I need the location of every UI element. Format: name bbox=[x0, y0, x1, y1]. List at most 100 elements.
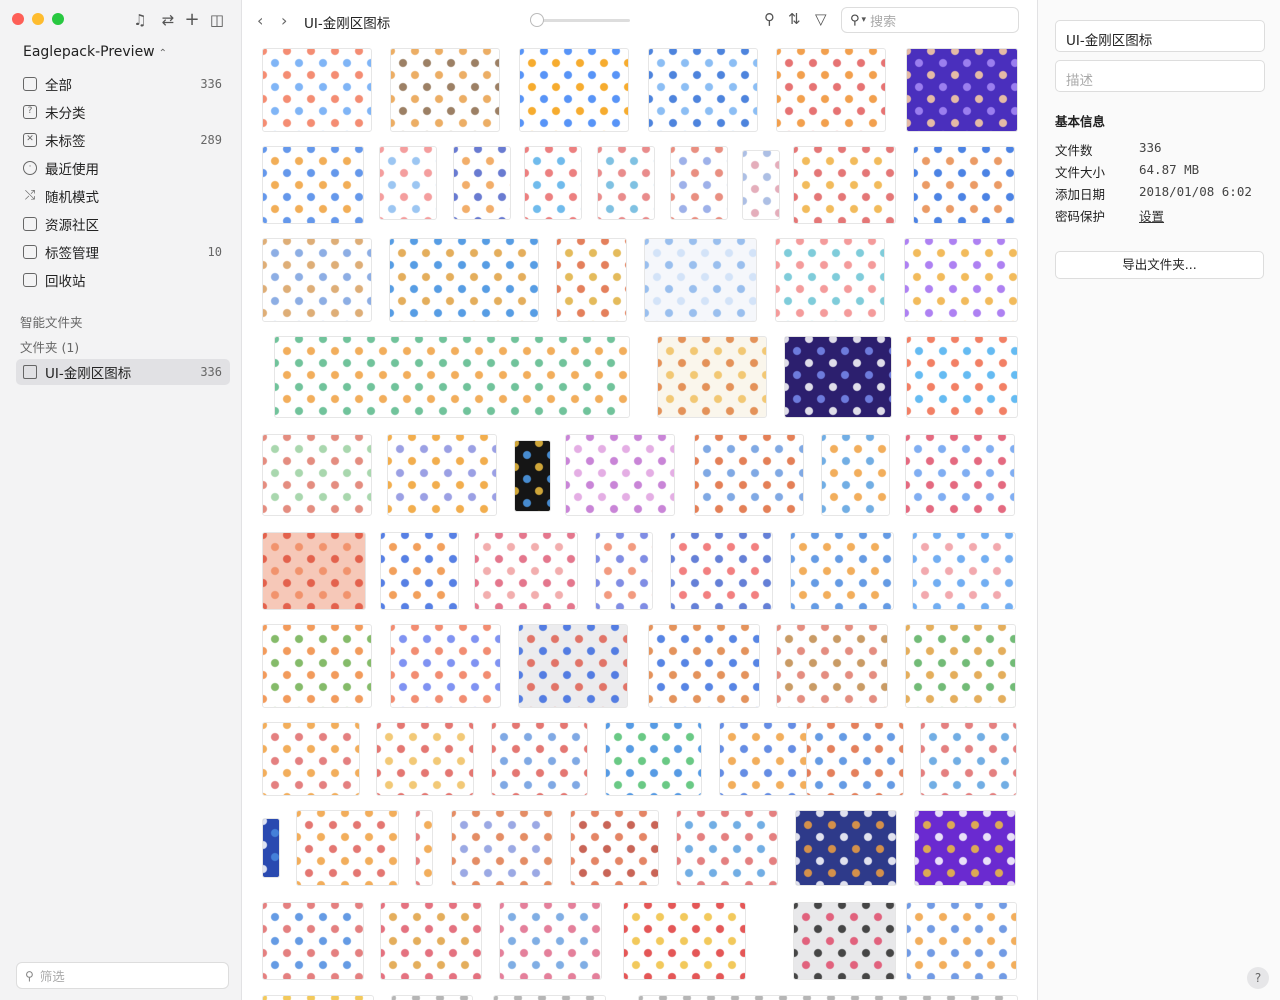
thumbnail[interactable] bbox=[493, 995, 606, 1000]
thumbnail[interactable] bbox=[806, 722, 904, 796]
thumbnail[interactable] bbox=[391, 995, 473, 1000]
sidebar-toggle-icon[interactable]: ◫ bbox=[208, 11, 226, 29]
thumbnail[interactable] bbox=[793, 902, 896, 980]
back-icon[interactable]: ‹ bbox=[257, 11, 263, 30]
thumbnail[interactable] bbox=[524, 146, 582, 220]
thumbnail[interactable] bbox=[262, 434, 372, 516]
export-folder-button[interactable]: 导出文件夹... bbox=[1055, 251, 1264, 279]
thumbnail[interactable] bbox=[912, 532, 1016, 610]
thumbnail[interactable] bbox=[570, 810, 659, 886]
thumbnail[interactable] bbox=[905, 434, 1015, 516]
thumbnail[interactable] bbox=[623, 902, 746, 980]
thumbnail[interactable] bbox=[644, 238, 757, 322]
thumbnail[interactable] bbox=[262, 48, 372, 132]
thumbnail[interactable] bbox=[906, 336, 1018, 418]
thumbnail[interactable] bbox=[274, 336, 630, 418]
thumbnail[interactable] bbox=[556, 238, 627, 322]
help-button[interactable]: ? bbox=[1247, 967, 1269, 989]
search-input[interactable]: ⚲ ▾ 搜索 bbox=[841, 7, 1019, 33]
thumbnail[interactable] bbox=[262, 995, 374, 1000]
thumbnail[interactable] bbox=[474, 532, 578, 610]
thumbnail[interactable] bbox=[262, 238, 372, 322]
thumbnail[interactable] bbox=[499, 902, 602, 980]
sidebar-item-uncategorized[interactable]: ? 未分类 bbox=[16, 99, 230, 125]
close-window-button[interactable] bbox=[12, 13, 24, 25]
zoom-window-button[interactable] bbox=[52, 13, 64, 25]
thumbnail[interactable] bbox=[776, 48, 886, 132]
thumbnail[interactable] bbox=[390, 624, 501, 708]
folder-name-field[interactable]: UI-金刚区图标 bbox=[1055, 20, 1265, 52]
thumbnail[interactable] bbox=[491, 722, 588, 796]
thumbnail[interactable] bbox=[387, 434, 497, 516]
thumbnail[interactable] bbox=[913, 146, 1015, 224]
thumbnail[interactable] bbox=[380, 532, 459, 610]
thumbnail[interactable] bbox=[914, 810, 1016, 886]
thumbnail[interactable] bbox=[719, 722, 816, 796]
thumbnail[interactable] bbox=[296, 810, 399, 886]
thumbnail[interactable] bbox=[262, 146, 364, 224]
thumbnail[interactable] bbox=[784, 336, 892, 418]
filter-icon[interactable]: ▽ bbox=[815, 10, 827, 28]
slider-handle[interactable] bbox=[530, 13, 544, 27]
thumbnail[interactable] bbox=[453, 146, 511, 220]
thumbnail[interactable] bbox=[821, 434, 890, 516]
thumbnail[interactable] bbox=[262, 532, 366, 610]
sidebar-item-community[interactable]: 资源社区 bbox=[16, 211, 230, 237]
thumbnail[interactable] bbox=[920, 722, 1017, 796]
thumbnail[interactable] bbox=[451, 810, 553, 886]
folders-heading[interactable]: 文件夹 (1) bbox=[20, 337, 79, 356]
thumbnail[interactable] bbox=[390, 48, 500, 132]
thumbnail[interactable] bbox=[415, 810, 433, 886]
bell-icon[interactable]: ♫ bbox=[131, 11, 149, 29]
thumbnail[interactable] bbox=[262, 902, 364, 980]
thumbnail[interactable] bbox=[906, 48, 1018, 132]
description-field[interactable]: 描述 bbox=[1055, 60, 1265, 92]
library-switcher[interactable]: Eaglepack-Preview ⌃ bbox=[23, 44, 167, 60]
minimize-window-button[interactable] bbox=[32, 13, 44, 25]
thumbnail-size-slider[interactable] bbox=[530, 13, 630, 27]
thumbnail[interactable] bbox=[638, 995, 1018, 1000]
thumbnail[interactable] bbox=[379, 146, 437, 220]
thumbnail[interactable] bbox=[519, 48, 629, 132]
thumbnail[interactable] bbox=[262, 624, 372, 708]
thumbnail[interactable] bbox=[262, 722, 360, 796]
pin-icon[interactable]: ⚲ bbox=[764, 10, 775, 28]
sync-icon[interactable]: ⇄ bbox=[159, 11, 177, 29]
thumbnail[interactable] bbox=[518, 624, 628, 708]
thumbnail[interactable] bbox=[595, 532, 653, 610]
sidebar-item-random[interactable]: ⤭ 随机模式 bbox=[16, 183, 230, 209]
sidebar-item-recent[interactable]: · 最近使用 bbox=[16, 155, 230, 181]
thumbnail[interactable] bbox=[793, 146, 896, 224]
thumbnail[interactable] bbox=[904, 238, 1018, 322]
sidebar-item-trash[interactable]: 回收站 bbox=[16, 267, 230, 293]
thumbnail[interactable] bbox=[605, 722, 702, 796]
thumbnail[interactable] bbox=[380, 902, 482, 980]
thumbnail[interactable] bbox=[795, 810, 897, 886]
filter-input[interactable]: ⚲ 筛选 bbox=[16, 962, 229, 989]
smart-folders-heading[interactable]: 智能文件夹 bbox=[20, 312, 83, 331]
sidebar-item-all[interactable]: 全部 336 bbox=[16, 71, 230, 97]
thumbnail[interactable] bbox=[597, 146, 655, 220]
thumbnail[interactable] bbox=[262, 818, 280, 878]
thumbnail[interactable] bbox=[906, 902, 1017, 980]
sort-icon[interactable]: ⇅ bbox=[788, 10, 801, 28]
thumbnail[interactable] bbox=[565, 434, 675, 516]
thumbnail[interactable] bbox=[376, 722, 474, 796]
thumbnail[interactable] bbox=[694, 434, 804, 516]
thumbnail[interactable] bbox=[670, 146, 728, 220]
thumbnail[interactable] bbox=[905, 624, 1016, 708]
sidebar-item-untagged[interactable]: ✕ 未标签 289 bbox=[16, 127, 230, 153]
thumbnail[interactable] bbox=[648, 48, 758, 132]
thumbnail[interactable] bbox=[514, 440, 551, 512]
thumbnail[interactable] bbox=[389, 238, 539, 322]
sidebar-item-tags[interactable]: 标签管理 10 bbox=[16, 239, 230, 265]
thumbnail[interactable] bbox=[776, 624, 888, 708]
thumbnail[interactable] bbox=[676, 810, 778, 886]
thumbnail[interactable] bbox=[775, 238, 885, 322]
thumbnail[interactable] bbox=[790, 532, 894, 610]
thumbnail[interactable] bbox=[648, 624, 760, 708]
forward-icon[interactable]: › bbox=[281, 11, 287, 30]
password-setup-link[interactable]: 设置 bbox=[1139, 206, 1164, 225]
sidebar-item-folder[interactable]: UI-金刚区图标 336 bbox=[16, 359, 230, 385]
thumbnail[interactable] bbox=[670, 532, 773, 610]
